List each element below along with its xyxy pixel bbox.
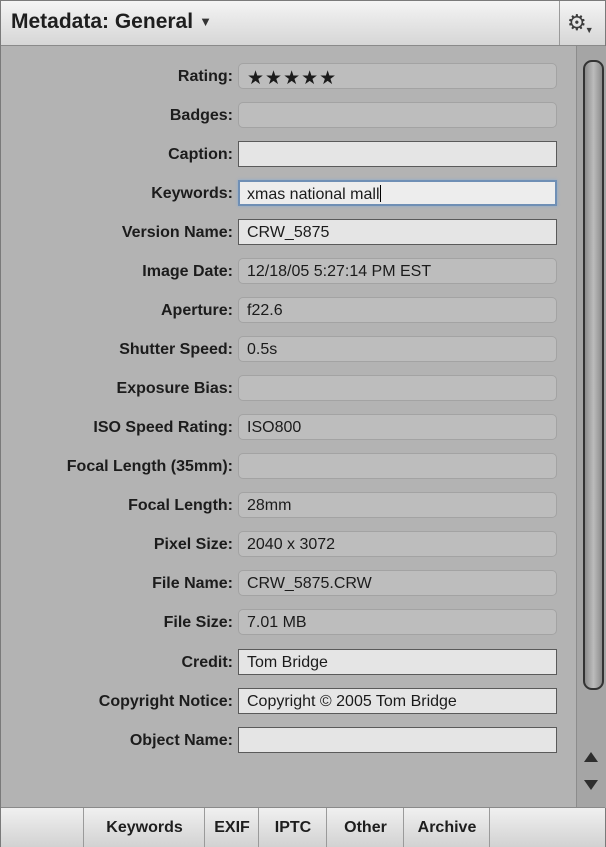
panel-title: Metadata: General: [11, 10, 194, 33]
metadata-field-list: Rating: ★★★★★ Badges: Caption: Keywords: xmas…: [1, 46, 569, 808]
focal-length-field: 28mm: [238, 492, 557, 518]
field-label-focal-length: Focal Length:: [128, 497, 233, 514]
tab-keywords[interactable]: Keywords: [83, 808, 205, 847]
iso-speed-rating-value: ISO800: [247, 419, 302, 436]
field-label-focal-length-35mm: Focal Length (35mm):: [66, 458, 233, 475]
pixel-size-value: 2040 x 3072: [247, 536, 336, 553]
field-label-image-date: Image Date:: [142, 263, 233, 280]
metadata-tab-bar: Keywords EXIF IPTC Other Archive: [1, 807, 605, 847]
field-row-copyright-notice: Copyright Notice: Copyright © 2005 Tom Br…: [1, 688, 569, 718]
image-date-field: 12/18/05 5:27:14 PM EST: [238, 258, 557, 284]
field-row-badges: Badges:: [1, 102, 569, 132]
field-row-image-date: Image Date: 12/18/05 5:27:14 PM EST: [1, 258, 569, 288]
image-date-value: 12/18/05 5:27:14 PM EST: [247, 263, 432, 280]
file-name-value: CRW_5875.CRW: [247, 575, 372, 592]
field-label-exposure-bias: Exposure Bias:: [116, 380, 233, 397]
caption-field[interactable]: [238, 141, 557, 167]
keywords-field[interactable]: xmas national mall: [238, 180, 557, 206]
field-row-credit: Credit: Tom Bridge: [1, 649, 569, 679]
field-label-file-size: File Size:: [163, 614, 233, 631]
file-size-field: 7.01 MB: [238, 609, 557, 635]
scroll-up-arrow-icon[interactable]: [584, 752, 598, 762]
scrollbar-thumb[interactable]: [583, 60, 604, 690]
field-label-iso-speed-rating: ISO Speed Rating:: [93, 419, 233, 436]
field-label-object-name: Object Name:: [129, 732, 233, 749]
metadata-view-dropdown[interactable]: Metadata: General ▼: [11, 10, 212, 34]
keywords-value: xmas national mall: [247, 186, 380, 203]
file-name-field: CRW_5875.CRW: [238, 570, 557, 596]
rating-field: ★★★★★: [238, 63, 557, 89]
field-row-exposure-bias: Exposure Bias:: [1, 375, 569, 405]
tab-other[interactable]: Other: [326, 808, 404, 847]
shutter-speed-value: 0.5s: [247, 341, 278, 358]
field-label-aperture: Aperture:: [160, 302, 233, 319]
field-row-focal-length-35mm: Focal Length (35mm):: [1, 453, 569, 483]
exposure-bias-field: [238, 375, 557, 401]
field-row-file-name: File Name: CRW_5875.CRW: [1, 570, 569, 600]
gear-icon[interactable]: ⚙▼: [567, 8, 601, 38]
field-row-object-name: Object Name:: [1, 727, 569, 757]
field-row-file-size: File Size: 7.01 MB: [1, 609, 569, 639]
focal-length-35mm-field: [238, 453, 557, 479]
field-row-shutter-speed: Shutter Speed: 0.5s: [1, 336, 569, 366]
field-label-credit: Credit:: [181, 654, 233, 671]
aperture-value: f22.6: [247, 302, 283, 319]
field-row-aperture: Aperture: f22.6: [1, 297, 569, 327]
iso-speed-rating-field: ISO800: [238, 414, 557, 440]
field-label-badges: Badges:: [169, 107, 233, 124]
shutter-speed-field: 0.5s: [238, 336, 557, 362]
field-row-version-name: Version Name: CRW_5875: [1, 219, 569, 249]
copyright-notice-value: Copyright © 2005 Tom Bridge: [247, 693, 457, 710]
field-row-rating: Rating: ★★★★★: [1, 63, 569, 93]
field-label-shutter-speed: Shutter Speed:: [119, 341, 233, 358]
object-name-field[interactable]: [238, 727, 557, 753]
tab-divider: [489, 808, 490, 847]
field-row-iso-speed-rating: ISO Speed Rating: ISO800: [1, 414, 569, 444]
field-row-focal-length: Focal Length: 28mm: [1, 492, 569, 522]
field-label-version-name: Version Name:: [121, 224, 233, 241]
credit-field[interactable]: Tom Bridge: [238, 649, 557, 675]
tab-exif[interactable]: EXIF: [204, 808, 259, 847]
text-cursor: [379, 185, 381, 202]
tab-iptc[interactable]: IPTC: [258, 808, 327, 847]
field-row-caption: Caption:: [1, 141, 569, 171]
aperture-field: f22.6: [238, 297, 557, 323]
panel-header: Metadata: General ▼ ⚙▼: [1, 1, 605, 46]
field-row-pixel-size: Pixel Size: 2040 x 3072: [1, 531, 569, 561]
chevron-down-icon: ▼: [199, 14, 212, 29]
credit-value: Tom Bridge: [247, 654, 328, 671]
scroll-down-arrow-icon[interactable]: [584, 780, 598, 790]
file-size-value: 7.01 MB: [247, 614, 307, 631]
field-label-copyright-notice: Copyright Notice:: [98, 693, 233, 710]
vertical-scrollbar[interactable]: [576, 46, 606, 808]
metadata-panel: Metadata: General ▼ ⚙▼ Rating: ★★★★★ Badges…: [0, 0, 606, 847]
version-name-field[interactable]: CRW_5875: [238, 219, 557, 245]
field-label-keywords: Keywords:: [151, 185, 233, 202]
tab-archive[interactable]: Archive: [403, 808, 490, 847]
focal-length-value: 28mm: [247, 497, 292, 514]
version-name-value: CRW_5875: [247, 224, 330, 241]
header-divider: [559, 1, 560, 45]
field-label-pixel-size: Pixel Size:: [153, 536, 233, 553]
field-label-rating: Rating:: [177, 68, 233, 85]
pixel-size-field: 2040 x 3072: [238, 531, 557, 557]
field-label-caption: Caption:: [168, 146, 233, 163]
rating-value: ★★★★★: [247, 68, 338, 89]
field-label-file-name: File Name:: [152, 575, 233, 592]
copyright-notice-field[interactable]: Copyright © 2005 Tom Bridge: [238, 688, 557, 714]
badges-field: [238, 102, 557, 128]
field-row-keywords: Keywords: xmas national mall: [1, 180, 569, 210]
